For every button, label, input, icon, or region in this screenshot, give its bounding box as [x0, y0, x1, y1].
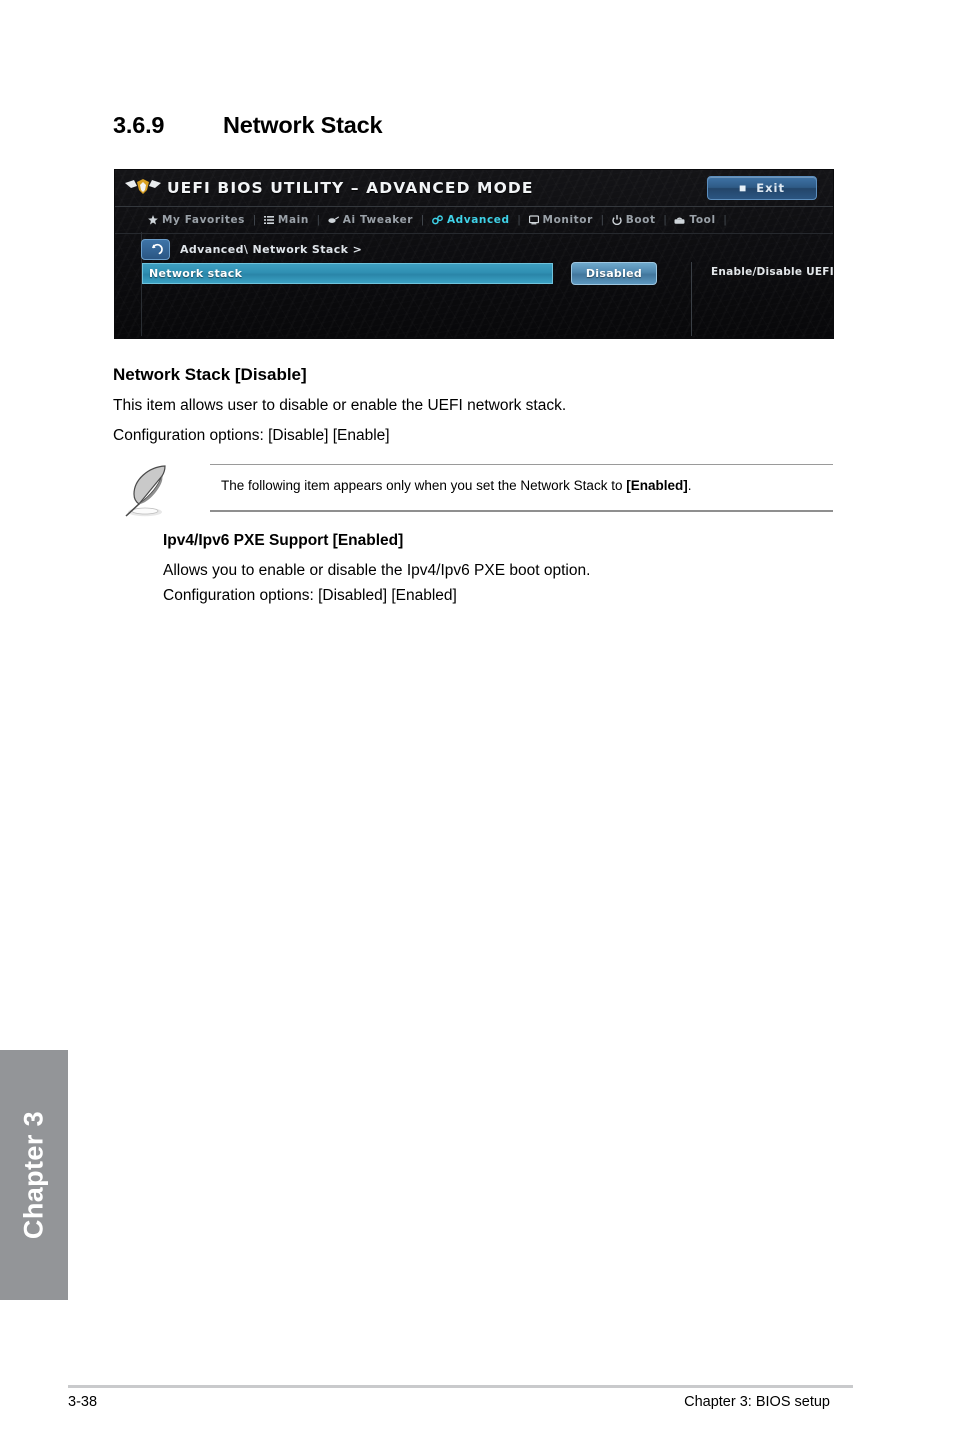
tab-ai-tweaker[interactable]: Ai Tweaker — [321, 214, 420, 226]
chapter-side-tab-label: Chapter 3 — [18, 1110, 49, 1240]
chapter-side-tab: Chapter 3 — [0, 1050, 68, 1300]
bios-help-text: Enable/Disable UEFI network stack — [711, 266, 833, 278]
tab-boot[interactable]: Boot — [605, 214, 663, 226]
bios-header-bar: UEFI BIOS UTILITY – ADVANCED MODE ■ Exit — [115, 170, 833, 207]
tab-my-favorites-label: My Favorites — [162, 214, 246, 226]
page-title: 3.6.9 Network Stack — [113, 112, 383, 139]
footer-divider — [68, 1385, 853, 1388]
subitem-description-pxe-support: Allows you to enable or disable the Ipv4… — [163, 562, 591, 579]
tab-advanced[interactable]: Advanced — [425, 214, 517, 226]
tab-monitor-label: Monitor — [542, 214, 593, 226]
note-text-after: . — [687, 478, 692, 493]
exit-button-label: Exit — [756, 181, 785, 195]
section-title: Network Stack — [223, 112, 383, 138]
advanced-gear-icon — [431, 215, 443, 225]
option-network-stack-value[interactable]: Disabled — [571, 262, 657, 285]
asus-eagle-logo-icon — [123, 176, 163, 200]
exit-button[interactable]: ■ Exit — [707, 176, 817, 200]
tab-separator: | — [723, 214, 727, 226]
exit-door-icon: ■ — [739, 181, 747, 195]
tab-boot-label: Boot — [625, 214, 656, 226]
list-icon — [263, 215, 274, 225]
note-text: The following item appears only when you… — [221, 478, 692, 493]
tab-main-label: Main — [277, 214, 309, 226]
item-options-network-stack: Configuration options: [Disable] [Enable… — [113, 427, 390, 444]
toolbox-icon — [674, 215, 685, 225]
bios-pane-divider — [691, 262, 692, 336]
note-quill-pen-icon — [118, 460, 180, 522]
note-text-before: The following item appears only when you… — [221, 478, 627, 493]
tweaker-icon — [328, 215, 339, 225]
note-rule-top — [210, 464, 833, 465]
option-network-stack-value-label: Disabled — [585, 267, 643, 280]
power-icon — [612, 215, 622, 225]
bios-breadcrumb-row: Advanced\ Network Stack > — [141, 236, 821, 262]
tab-monitor[interactable]: Monitor — [522, 214, 600, 226]
bios-utility-title: UEFI BIOS UTILITY – ADVANCED MODE — [167, 179, 534, 197]
option-network-stack[interactable]: Network stack — [142, 263, 553, 284]
subitem-options-pxe-support: Configuration options: [Disabled] [Enabl… — [163, 587, 457, 604]
footer-chapter-label: Chapter 3: BIOS setup — [684, 1394, 830, 1410]
breadcrumb: Advanced\ Network Stack > — [180, 242, 363, 256]
tab-tool-label: Tool — [689, 214, 716, 226]
tab-advanced-label: Advanced — [446, 214, 510, 226]
subitem-title-pxe-support: Ipv4/Ipv6 PXE Support [Enabled] — [163, 532, 404, 549]
note-text-bold: [Enabled] — [626, 478, 688, 493]
tab-tool[interactable]: Tool — [667, 214, 722, 226]
tab-my-favorites[interactable]: My Favorites — [141, 214, 252, 226]
monitor-icon — [528, 215, 539, 225]
footer-page-number: 3-38 — [68, 1394, 98, 1410]
tab-main[interactable]: Main — [257, 214, 316, 226]
star-icon — [148, 215, 158, 225]
note-rule-bottom — [210, 510, 833, 512]
note-box: The following item appears only when you… — [118, 458, 833, 526]
option-network-stack-label: Network stack — [149, 267, 243, 280]
item-title-network-stack: Network Stack [Disable] — [113, 365, 307, 384]
tab-ai-tweaker-label: Ai Tweaker — [342, 214, 414, 226]
back-arrow-icon[interactable] — [141, 238, 170, 260]
bios-option-row: Network stack Disabled — [142, 262, 666, 285]
bios-screenshot-figure: UEFI BIOS UTILITY – ADVANCED MODE ■ Exit… — [115, 170, 833, 338]
section-number: 3.6.9 — [113, 112, 165, 138]
bios-tab-bar: My Favorites | Main | Ai Tweaker | Advan… — [115, 207, 833, 234]
item-description-network-stack: This item allows user to disable or enab… — [113, 397, 567, 414]
